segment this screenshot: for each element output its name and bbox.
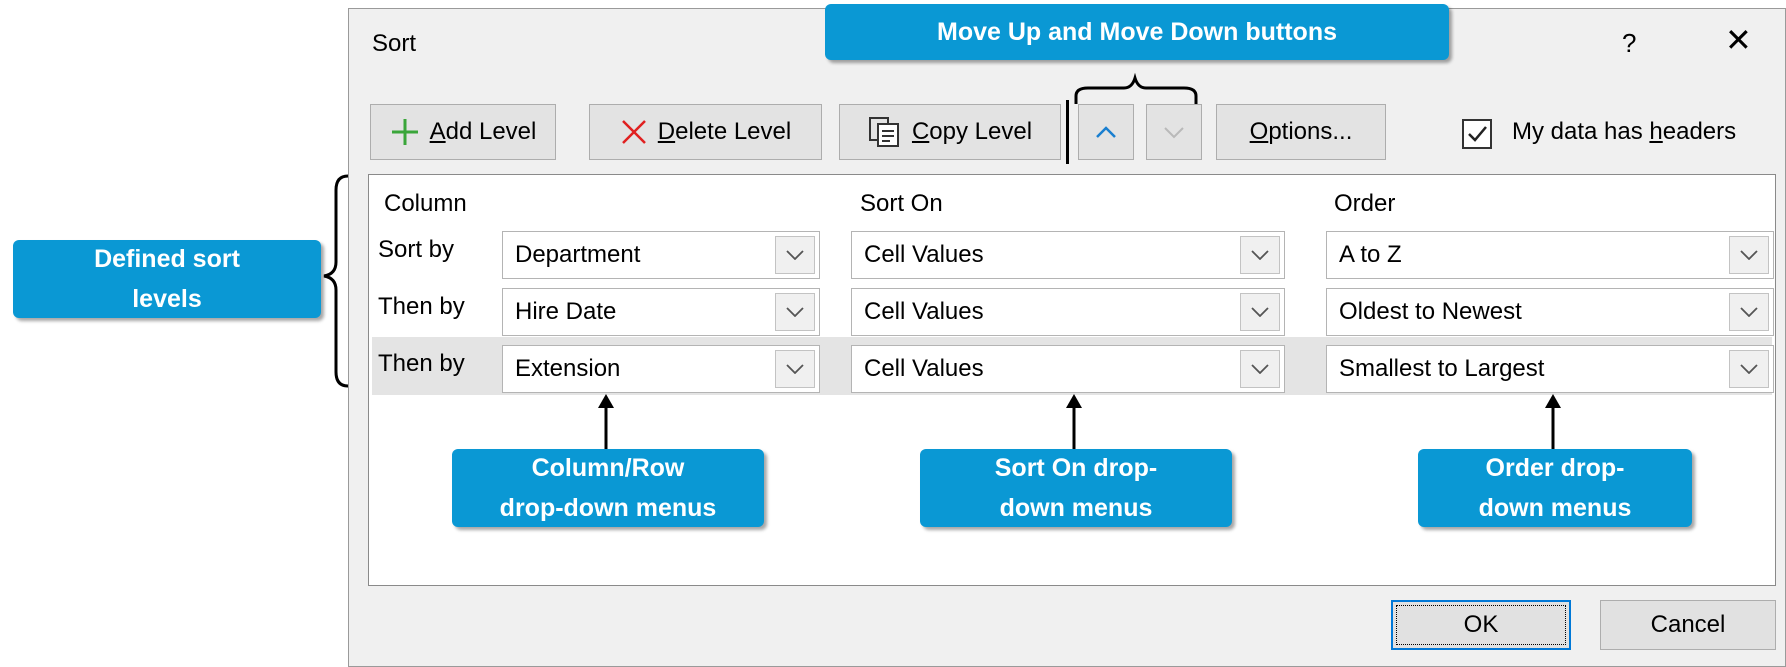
callout-column-menus: Column/Row drop-down menus [452,449,764,527]
sort-on-menus-arrow [1066,394,1082,449]
order-menus-arrow [1545,394,1561,449]
callout-move-buttons: Move Up and Move Down buttons [825,4,1449,60]
callout-text: levels [132,285,202,313]
callout-sort-on-menus: Sort On drop- down menus [920,449,1232,527]
column-menus-arrow [598,394,614,449]
move-buttons-brace [1074,72,1198,104]
callout-sort-levels: Defined sort levels [13,240,321,318]
callout-text: Sort On drop- [994,454,1158,482]
callout-text: Defined sort [94,245,240,273]
callout-text: drop-down menus [499,494,717,522]
annotation-overlay [323,72,1561,449]
sort-levels-brace [323,174,349,388]
callout-text: Order drop- [1485,454,1625,482]
callout-order-menus: Order drop- down menus [1418,449,1692,527]
callout-text: down menus [999,494,1153,522]
callout-text: Column/Row [531,454,685,482]
callout-text: down menus [1478,494,1632,522]
callout-text: Move Up and Move Down buttons [937,18,1337,46]
